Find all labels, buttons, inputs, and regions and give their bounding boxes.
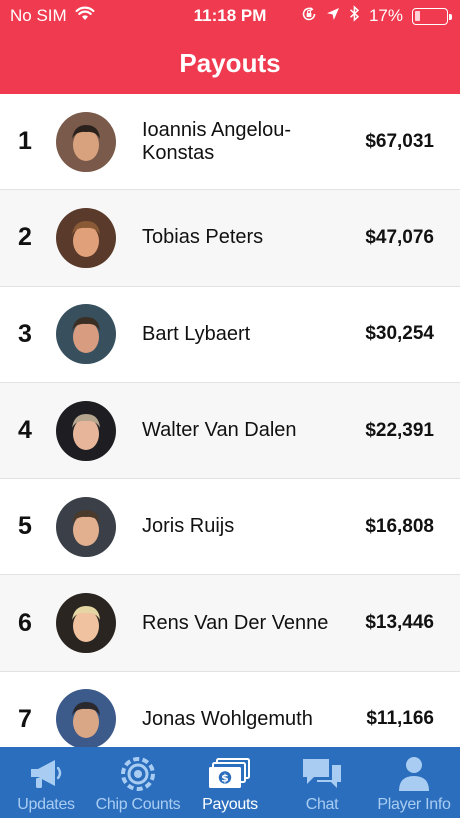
payout-amount: $47,076 — [365, 226, 434, 248]
payout-rank: 3 — [18, 319, 32, 348]
tab-label: Updates — [17, 796, 75, 813]
chip-icon — [119, 755, 157, 793]
payout-amount: $30,254 — [365, 323, 434, 345]
player-name: Joris Ruijs — [142, 515, 235, 538]
battery-percent: 17% — [368, 6, 403, 25]
bluetooth-icon — [349, 5, 360, 27]
page-title: Payouts — [179, 48, 281, 78]
payout-rank: 5 — [18, 512, 32, 541]
payout-rank: 2 — [18, 223, 32, 252]
header-bar: No SIM 11:18 PM 17% Payouts — [0, 0, 460, 94]
payout-row[interactable]: 6 Rens Van Der Venne $13,446 — [0, 575, 460, 672]
svg-text:$: $ — [221, 772, 229, 785]
player-name: Walter Van Dalen — [142, 419, 297, 442]
payout-rank: 7 — [18, 704, 32, 733]
payout-list: 1 Ioannis Angelou-Konstas $67,031 2 Tobias P… — [0, 94, 460, 747]
tab-label: Payouts — [202, 796, 258, 813]
tab-updates[interactable]: Updates — [0, 747, 92, 818]
player-avatar — [56, 207, 116, 268]
payout-amount: $67,031 — [365, 130, 434, 152]
tab-label: Chip Counts — [95, 796, 181, 813]
player-avatar — [56, 111, 116, 172]
player-avatar — [56, 304, 116, 365]
megaphone-icon — [27, 755, 65, 793]
payout-row[interactable]: 4 Walter Van Dalen $22,391 — [0, 382, 460, 480]
payout-amount: $11,166 — [366, 708, 434, 730]
payout-row[interactable]: 5 Joris Ruijs $16,808 — [0, 479, 460, 576]
tab-bar: Updates Chip Counts $ Payouts Chat Player Inf… — [0, 747, 460, 818]
payout-rank: 6 — [18, 608, 32, 637]
person-icon — [397, 755, 431, 793]
player-name: Jonas Wohlgemuth — [142, 707, 313, 730]
player-avatar — [56, 689, 116, 747]
tab-payouts[interactable]: $ Payouts — [184, 747, 276, 818]
payout-row[interactable]: 7 Jonas Wohlgemuth $11,166 — [0, 672, 460, 747]
battery-icon — [412, 7, 452, 25]
player-name: Ioannis Angelou-Konstas — [142, 118, 292, 164]
player-name: Tobias Peters — [142, 226, 264, 249]
payout-row[interactable]: 2 Tobias Peters $47,076 — [0, 190, 460, 287]
player-name: Rens Van Der Venne — [142, 611, 329, 634]
payout-amount: $13,446 — [365, 612, 434, 634]
player-name: Bart Lybaert — [142, 322, 251, 345]
tab-label: Chat — [305, 796, 339, 813]
payout-rank: 4 — [18, 416, 32, 445]
player-avatar — [56, 400, 116, 461]
player-avatar — [56, 496, 116, 557]
payout-amount: $22,391 — [365, 419, 434, 441]
player-avatar — [56, 593, 116, 654]
status-bar: No SIM 11:18 PM 17% — [0, 0, 460, 32]
tab-label: Player Info — [377, 796, 451, 813]
payout-row[interactable]: 1 Ioannis Angelou-Konstas $67,031 — [0, 94, 460, 191]
payout-amount: $16,808 — [365, 515, 434, 537]
orientation-lock-icon — [301, 6, 317, 27]
tab-player-info[interactable]: Player Info — [368, 747, 460, 818]
money-icon: $ — [207, 755, 253, 793]
tab-chat[interactable]: Chat — [276, 747, 368, 818]
chat-bubbles-icon — [300, 755, 344, 793]
tab-chip-counts[interactable]: Chip Counts — [92, 747, 184, 818]
payout-row[interactable]: 3 Bart Lybaert $30,254 — [0, 287, 460, 383]
location-arrow-icon — [326, 6, 340, 26]
payout-rank: 1 — [18, 127, 32, 156]
